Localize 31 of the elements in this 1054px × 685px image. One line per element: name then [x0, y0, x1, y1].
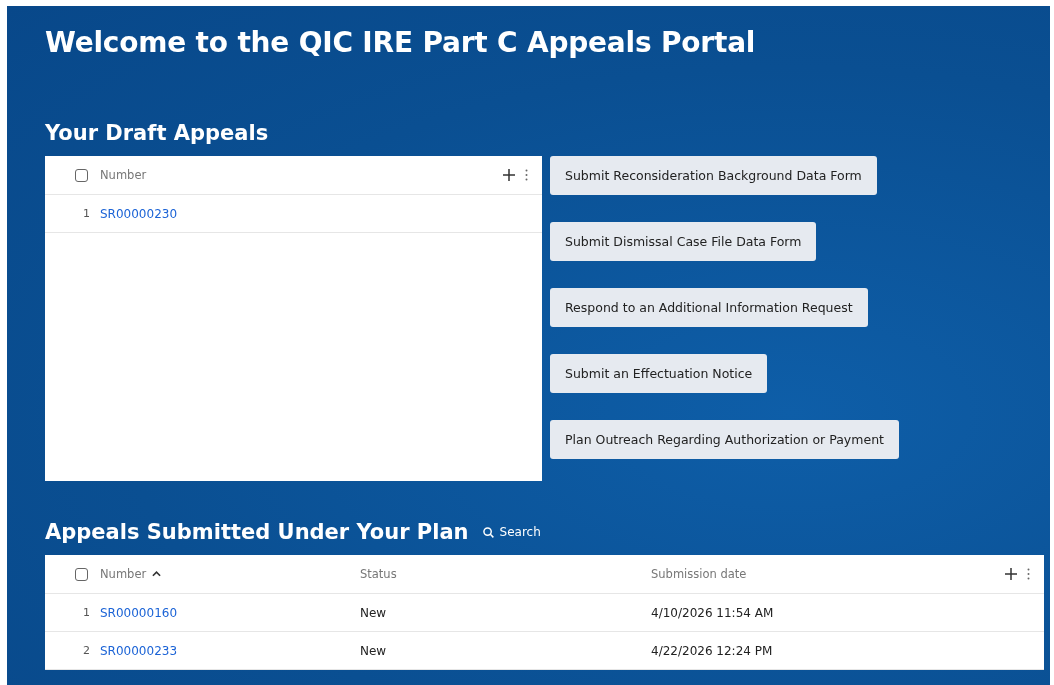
sort-up-icon[interactable] — [152, 570, 162, 578]
action-button[interactable]: Respond to an Additional Information Request — [550, 288, 868, 327]
search-icon — [482, 526, 494, 538]
action-button[interactable]: Submit Dismissal Case File Data Form — [550, 222, 817, 261]
row-number: 1 — [82, 606, 91, 619]
column-header[interactable]: Status — [360, 567, 397, 581]
search-link[interactable]: Search — [482, 525, 541, 539]
row-number: 2 — [82, 644, 91, 657]
more-options-icon[interactable] — [1027, 568, 1030, 580]
column-header[interactable]: Submission date — [651, 567, 747, 581]
action-button[interactable]: Submit an Effectuation Notice — [550, 354, 768, 393]
action-button[interactable]: Plan Outreach Regarding Authorization or Payment — [550, 420, 899, 459]
add-icon[interactable] — [1005, 568, 1017, 580]
row-number: 1 — [82, 207, 91, 220]
select-all-checkbox[interactable] — [75, 567, 88, 581]
page-title: Welcome to the QIC IRE Part C Appeals Portal — [45, 25, 757, 61]
table-cell: New — [360, 643, 387, 658]
section-heading: Your Draft Appeals — [45, 121, 269, 145]
appeal-number-link[interactable]: SR00000233 — [100, 643, 178, 658]
appeal-number-link[interactable]: SR00000160 — [100, 605, 178, 620]
column-header[interactable]: Number — [100, 567, 147, 581]
select-all-checkbox[interactable] — [75, 168, 88, 182]
column-header[interactable]: Number — [100, 168, 147, 182]
section-heading: Appeals Submitted Under Your Plan — [45, 520, 469, 544]
action-button[interactable]: Submit Reconsideration Background Data Form — [550, 156, 877, 195]
more-options-icon[interactable] — [525, 169, 528, 181]
table-cell: New — [360, 605, 387, 620]
table-cell: 4/10/2026 11:54 AM — [651, 605, 774, 620]
table-cell: 4/22/2026 12:24 PM — [651, 643, 773, 658]
add-icon[interactable] — [503, 169, 515, 181]
appeal-number-link[interactable]: SR00000230 — [100, 206, 178, 221]
